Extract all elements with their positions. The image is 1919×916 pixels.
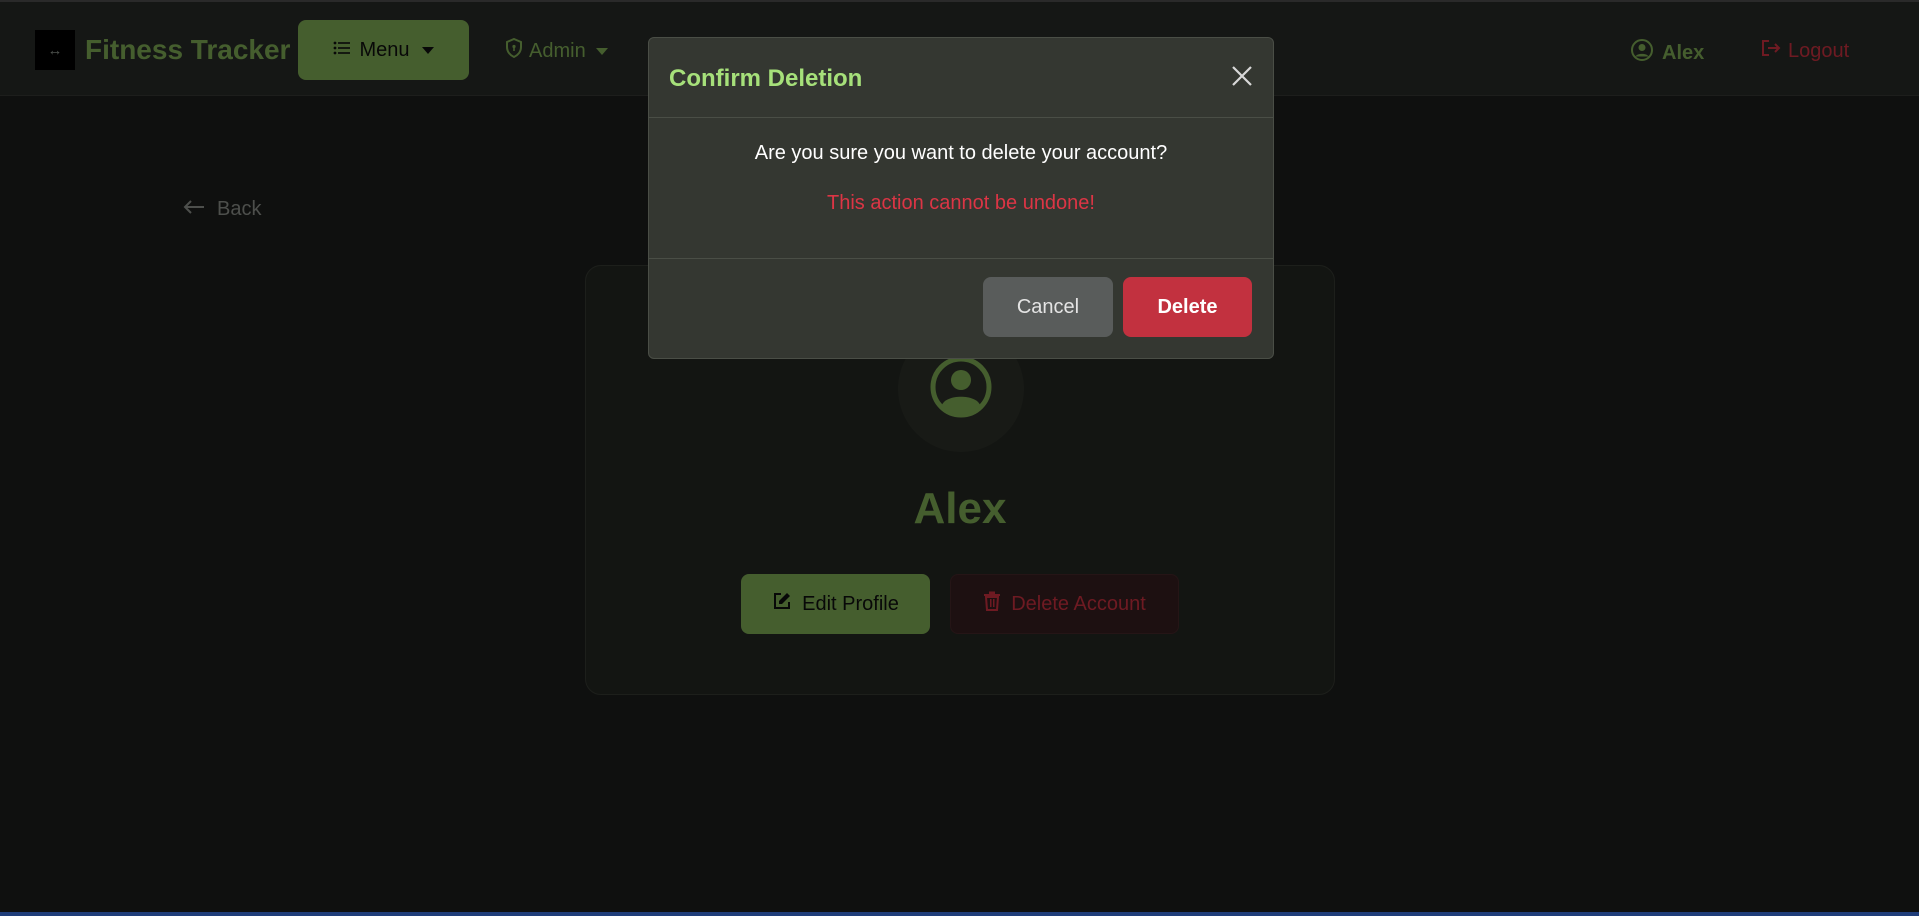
confirm-deletion-modal: Confirm Deletion Are you sure you want t… bbox=[648, 37, 1274, 359]
close-button[interactable] bbox=[1227, 62, 1257, 92]
modal-title: Confirm Deletion bbox=[669, 65, 863, 92]
modal-footer: Cancel Delete bbox=[649, 258, 1273, 358]
modal-header: Confirm Deletion bbox=[649, 38, 1273, 118]
delete-button[interactable]: Delete bbox=[1123, 277, 1252, 337]
close-icon bbox=[1231, 65, 1253, 90]
modal-warning: This action cannot be undone! bbox=[827, 192, 1095, 214]
modal-question: Are you sure you want to delete your acc… bbox=[754, 142, 1168, 164]
window-bottom-edge bbox=[0, 912, 1919, 916]
cancel-button[interactable]: Cancel bbox=[983, 277, 1113, 337]
